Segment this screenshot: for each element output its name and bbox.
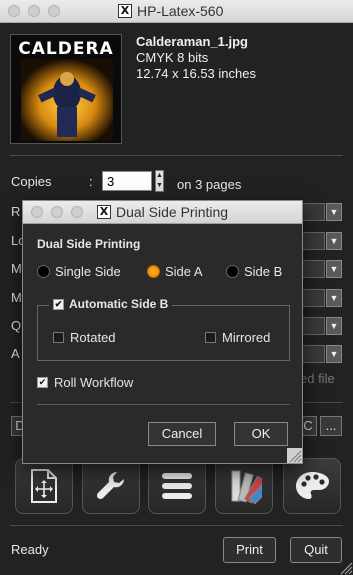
divider [10, 525, 343, 526]
row-label: R [11, 204, 21, 219]
chevron-down-icon[interactable]: ▼ [326, 317, 342, 335]
row-label: Q [11, 318, 22, 333]
dialog-titlebar: X Dual Side Printing [23, 201, 302, 224]
radio-indicator [37, 265, 50, 278]
palette-icon [296, 472, 329, 499]
minimize-window-button[interactable] [28, 5, 40, 17]
file-color-mode: CMYK 8 bits [136, 50, 209, 65]
automatic-side-b-checkbox[interactable]: ✔ Automatic Side B [49, 297, 173, 311]
copies-pages-text: on 3 pages [177, 177, 242, 192]
dropdown-field[interactable] [300, 203, 325, 221]
ghost-text: ed file [300, 371, 335, 386]
image-thumbnail: CALDERA [10, 34, 122, 144]
dialog-close-button[interactable] [31, 206, 43, 218]
checkmark-icon: ✔ [37, 377, 48, 388]
dual-side-dialog: X Dual Side Printing Dual Side Printing … [22, 200, 303, 464]
dropdown-field[interactable] [300, 317, 325, 335]
copies-label: Copies [11, 174, 52, 189]
checkbox-label: Mirrored [222, 330, 271, 345]
chevron-down-icon[interactable]: ▼ [326, 260, 342, 278]
settings-button[interactable] [82, 458, 140, 514]
chevron-down-icon[interactable]: ▼ [326, 345, 342, 363]
checkbox-label: Automatic Side B [69, 297, 169, 311]
window-titlebar: X HP-Latex-560 [0, 0, 353, 23]
file-dimensions: 12.74 x 16.53 inches [136, 66, 256, 81]
dialog-zoom-button[interactable] [71, 206, 83, 218]
checkbox-label: Roll Workflow [54, 375, 134, 390]
side-b-radio[interactable]: Side B [226, 264, 282, 279]
checkbox-box [53, 332, 64, 343]
rotated-checkbox[interactable]: Rotated [53, 330, 116, 345]
checkbox-box [205, 332, 216, 343]
resize-grip-icon[interactable] [339, 561, 353, 575]
status-text: Ready [11, 542, 49, 557]
dropdown-field[interactable] [300, 345, 325, 363]
page-layout-icon [31, 469, 57, 503]
queue-button[interactable] [148, 458, 206, 514]
chevron-down-icon[interactable]: ▼ [326, 232, 342, 250]
radio-label: Single Side [55, 264, 121, 279]
copies-stepper[interactable]: ▲ ▼ [155, 170, 164, 192]
dropdown-field[interactable] [300, 289, 325, 307]
x11-icon: X [118, 4, 132, 18]
single-side-radio[interactable]: Single Side [37, 264, 121, 279]
cancel-button[interactable]: Cancel [148, 422, 216, 446]
radio-label: Side A [165, 264, 203, 279]
checkbox-label: Rotated [70, 330, 116, 345]
page-layout-button[interactable] [15, 458, 73, 514]
file-info: Calderaman_1.jpg CMYK 8 bits 12.74 x 16.… [136, 34, 256, 82]
dropdown-field[interactable] [300, 260, 325, 278]
dialog-minimize-button[interactable] [51, 206, 63, 218]
radio-indicator [226, 265, 239, 278]
stack-icon [162, 473, 192, 499]
dialog-resize-grip-icon[interactable] [287, 448, 302, 463]
ok-button[interactable]: OK [234, 422, 288, 446]
x11-icon: X [97, 205, 111, 219]
swatch-fan-icon [231, 470, 262, 505]
file-name: Calderaman_1.jpg [136, 34, 248, 49]
side-a-radio[interactable]: Side A [147, 264, 203, 279]
divider [10, 155, 343, 156]
radio-label: Side B [244, 264, 283, 279]
close-window-button[interactable] [8, 5, 20, 17]
wrench-icon [96, 471, 125, 500]
window-title: HP-Latex-560 [137, 3, 224, 19]
chevron-down-icon[interactable]: ▼ [326, 203, 342, 221]
copies-colon: : [89, 174, 93, 189]
checkmark-icon: ✔ [53, 298, 64, 310]
row-label: M [11, 261, 22, 276]
quit-button[interactable]: Quit [290, 537, 342, 563]
row-label: M [11, 290, 22, 305]
dialog-title: Dual Side Printing [116, 204, 229, 220]
roll-workflow-checkbox[interactable]: ✔ Roll Workflow [37, 375, 133, 390]
chevron-down-icon[interactable]: ▼ [326, 289, 342, 307]
radio-indicator-selected [147, 265, 160, 278]
dialog-heading: Dual Side Printing [37, 237, 141, 251]
row-label: A [11, 346, 20, 361]
print-button[interactable]: Print [223, 537, 276, 563]
mirrored-checkbox[interactable]: Mirrored [205, 330, 270, 345]
palette-button[interactable] [283, 458, 341, 514]
thumbnail-title: CALDERA [18, 39, 114, 59]
dialog-title-group: X Dual Side Printing [97, 204, 228, 220]
color-swatch-button[interactable] [215, 458, 273, 514]
dropdown-field[interactable] [300, 232, 325, 250]
dialog-divider [37, 404, 290, 405]
zoom-window-button[interactable] [48, 5, 60, 17]
more-button[interactable]: ... [320, 416, 342, 436]
window-title-group: X HP-Latex-560 [118, 3, 223, 19]
copies-input[interactable]: 3 [102, 171, 152, 191]
